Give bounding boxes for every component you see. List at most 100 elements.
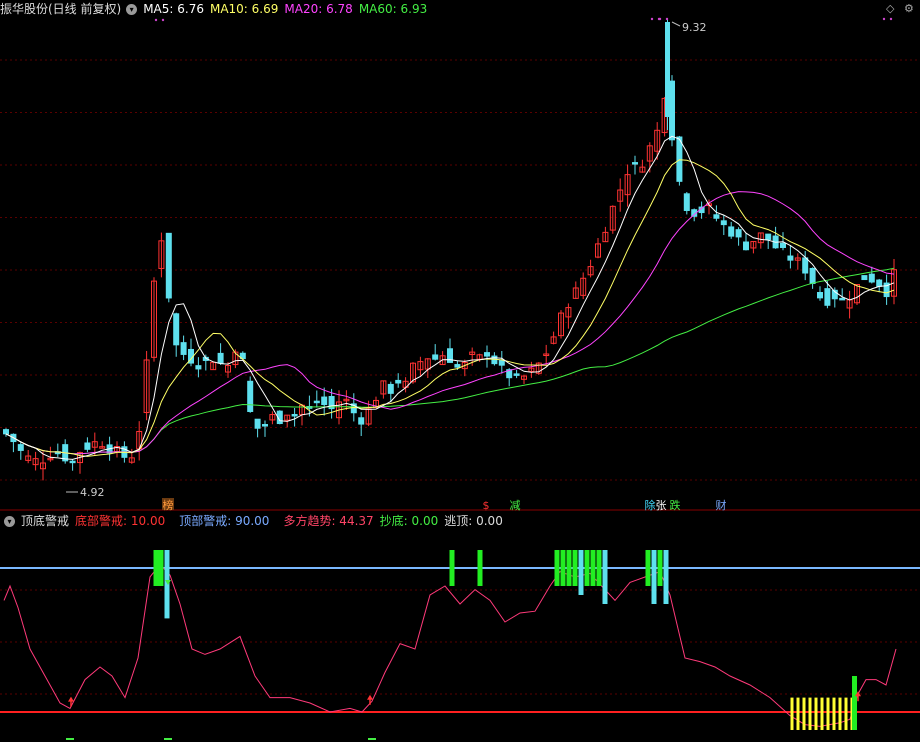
bottom-signal-bar bbox=[796, 697, 800, 730]
bottom-signal-bar bbox=[844, 697, 848, 730]
signal-dot bbox=[161, 18, 165, 22]
signal-dot bbox=[665, 17, 669, 21]
candle-body bbox=[839, 297, 846, 301]
top-signal-bar bbox=[590, 550, 596, 586]
circle-menu-icon[interactable]: ▾ bbox=[126, 4, 138, 15]
candle-body bbox=[780, 242, 786, 248]
top-warning-label: 顶部警戒: 90.00 bbox=[179, 514, 270, 528]
candle-body bbox=[824, 288, 831, 306]
top-signal-bar bbox=[153, 550, 159, 586]
bottom-tick bbox=[368, 738, 376, 740]
top-signal-bar bbox=[566, 550, 572, 586]
candle-body bbox=[669, 80, 675, 141]
bottom-tick bbox=[164, 738, 172, 740]
ma10-label: MA10: 6.69 bbox=[209, 2, 279, 16]
event-marker: $ bbox=[483, 499, 490, 512]
top-signal-bar bbox=[477, 550, 483, 586]
bottom-signal-bar bbox=[826, 697, 830, 730]
candle-body bbox=[432, 354, 439, 360]
candle-body bbox=[262, 424, 268, 427]
ma20-label: MA20: 6.78 bbox=[284, 2, 353, 16]
candle-body bbox=[868, 273, 875, 283]
top-signal-bar bbox=[602, 550, 608, 604]
candle-body bbox=[3, 429, 9, 435]
candle-body bbox=[876, 279, 883, 287]
candle-body bbox=[802, 257, 809, 274]
ma60-label: MA60: 6.93 bbox=[358, 2, 428, 16]
top-signal-bar bbox=[158, 550, 164, 586]
top-signal-bar bbox=[596, 550, 602, 586]
top-signal-bar bbox=[578, 550, 584, 595]
candle-body bbox=[513, 373, 520, 376]
candle-body bbox=[743, 241, 749, 251]
candle-body bbox=[254, 418, 261, 429]
bull-trend-label: 多方趋势: 44.37 bbox=[283, 514, 374, 528]
stock-title: 振华股份(日线 前复权) bbox=[0, 2, 122, 16]
candle-body bbox=[713, 214, 720, 219]
top-signal-bar bbox=[584, 550, 590, 586]
candle-body bbox=[84, 442, 91, 450]
indicator-header: ▾ 顶底警戒 底部警戒: 10.00 顶部警戒: 90.00 多方趋势: 44.37 抄底… bbox=[0, 512, 509, 530]
bottom-signal-bar bbox=[832, 697, 836, 730]
candle-body bbox=[358, 417, 365, 425]
bottom-warning-label: 底部警戒: 10.00 bbox=[75, 514, 166, 528]
buy-signal-bar bbox=[852, 676, 857, 730]
event-marker: 除 bbox=[645, 498, 656, 512]
signal-dot bbox=[889, 17, 893, 21]
signal-dot bbox=[154, 18, 158, 22]
top-signal-bar bbox=[663, 550, 669, 604]
escape-top-label: 逃顶: 0.00 bbox=[444, 514, 503, 528]
high-price-label: 9.32 bbox=[682, 21, 707, 34]
top-signal-bar bbox=[657, 550, 663, 586]
candle-body bbox=[817, 292, 823, 299]
candle-body bbox=[387, 383, 394, 394]
candle-body bbox=[809, 267, 816, 284]
candle-body bbox=[765, 233, 772, 240]
candle-body bbox=[291, 413, 298, 417]
top-signal-bar bbox=[449, 550, 455, 586]
bottom-signal-bar bbox=[838, 697, 842, 730]
candle-body bbox=[217, 352, 224, 364]
ma5-line bbox=[5, 135, 895, 460]
signal-dot bbox=[650, 17, 654, 21]
bottom-fishing-label: 抄底: 0.00 bbox=[379, 514, 439, 528]
candle-body bbox=[484, 352, 490, 357]
candle-body bbox=[17, 444, 24, 451]
candle-body bbox=[173, 313, 180, 346]
candle-body bbox=[195, 365, 202, 370]
candle-body bbox=[676, 136, 683, 182]
top-signal-bar bbox=[560, 550, 566, 586]
candle-body bbox=[632, 162, 638, 165]
candle-body bbox=[165, 232, 172, 299]
candle-body bbox=[69, 460, 76, 464]
high-marker bbox=[671, 21, 681, 27]
bottom-tick bbox=[66, 738, 74, 740]
candle-body bbox=[454, 364, 461, 368]
top-signal-bar bbox=[554, 550, 560, 586]
candle-body bbox=[247, 380, 254, 412]
event-marker: 张 bbox=[656, 499, 667, 512]
bottom-signal-bar bbox=[820, 697, 824, 730]
event-marker: 榜 bbox=[163, 498, 174, 512]
low-price-label: 4.92 bbox=[80, 486, 105, 499]
candle-body bbox=[861, 275, 868, 281]
candle-body bbox=[321, 396, 328, 406]
ma5-label: MA5: 6.76 bbox=[143, 2, 204, 16]
diamond-icon[interactable]: ◇ bbox=[886, 2, 894, 15]
bottom-signal-bar bbox=[790, 697, 794, 730]
event-marker: 减 bbox=[510, 499, 521, 512]
candle-body bbox=[313, 400, 320, 404]
main-chart-header: 振华股份(日线 前复权) ▾ MA5: 6.76 MA10: 6.69 MA20: 6.… bbox=[0, 0, 433, 18]
candle-body bbox=[395, 379, 402, 384]
candle-body bbox=[180, 342, 187, 355]
top-signal-bar bbox=[645, 550, 651, 586]
chart-area[interactable]: 9.32 4.92 榜 $ 减 除张跌 财 bbox=[0, 0, 920, 742]
event-marker: 财 bbox=[716, 498, 727, 512]
candle-body bbox=[720, 220, 727, 226]
ma10-line bbox=[5, 159, 895, 457]
circle-menu-icon[interactable]: ▾ bbox=[4, 516, 15, 527]
candle-body bbox=[683, 193, 690, 211]
bottom-signal-bar bbox=[802, 697, 806, 730]
bull-trend-line bbox=[3, 563, 897, 727]
gear-icon[interactable]: ⚙ bbox=[904, 2, 914, 15]
